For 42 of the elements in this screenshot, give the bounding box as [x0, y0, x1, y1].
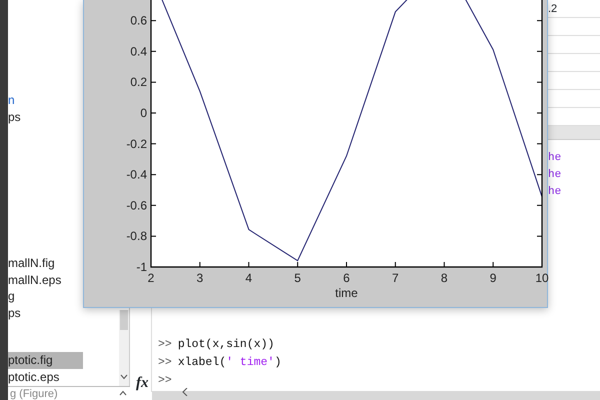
- file-item[interactable]: mallN.fig: [8, 255, 83, 272]
- tick-label: 4: [245, 271, 252, 285]
- file-item[interactable]: ps: [8, 108, 83, 125]
- tick-label: -0.2: [126, 136, 147, 151]
- scroll-thumb[interactable]: [120, 310, 128, 330]
- table-cell-text: he: [547, 168, 562, 183]
- tick-label: 7: [392, 271, 399, 285]
- tick-label: 8: [440, 271, 448, 285]
- tick-label: 5: [294, 271, 301, 285]
- scroll-down-icon[interactable]: [120, 374, 128, 380]
- tick-label: 0.2: [130, 75, 147, 90]
- tick-label: 2: [148, 271, 154, 285]
- file-item[interactable]: ps: [8, 304, 83, 321]
- tick-label: 0.4: [130, 44, 147, 58]
- file-item[interactable]: ptotic.eps: [8, 368, 83, 385]
- tick-label: 3: [196, 271, 204, 285]
- tick-label: -1: [136, 260, 147, 274]
- table-cell-text: he: [547, 185, 562, 200]
- tick-label: 9: [490, 271, 496, 285]
- tick-label: 6: [343, 271, 350, 285]
- file-item[interactable]: ptotic.fig: [8, 352, 83, 368]
- file-item[interactable]: mallN.eps: [8, 272, 83, 288]
- command-text: plot(x,sin(x)): [178, 338, 274, 351]
- prompt: >>: [158, 338, 172, 351]
- tick-label: -0.6: [126, 198, 147, 212]
- scroll-bar[interactable]: [152, 391, 600, 400]
- file-item[interactable]: n: [8, 92, 83, 108]
- expand-up-icon[interactable]: [119, 390, 127, 396]
- axis-label: time: [335, 286, 358, 300]
- tick-label: 10: [535, 271, 549, 285]
- file-item[interactable]: g: [8, 288, 83, 304]
- details-header[interactable]: g (Figure): [10, 388, 58, 400]
- tick-label: -0.4: [126, 168, 147, 182]
- tick-label: 0.6: [130, 14, 147, 28]
- command-text: xlabel(' time'): [178, 356, 282, 369]
- prompt: >>: [158, 356, 172, 369]
- tick-label: 0: [140, 106, 147, 120]
- scroll-bar[interactable]: [119, 310, 129, 386]
- table-cell-text: he: [547, 151, 562, 166]
- tick-label: -0.8: [126, 229, 147, 244]
- function-icon[interactable]: fx: [136, 372, 148, 394]
- prompt: >>: [158, 373, 172, 389]
